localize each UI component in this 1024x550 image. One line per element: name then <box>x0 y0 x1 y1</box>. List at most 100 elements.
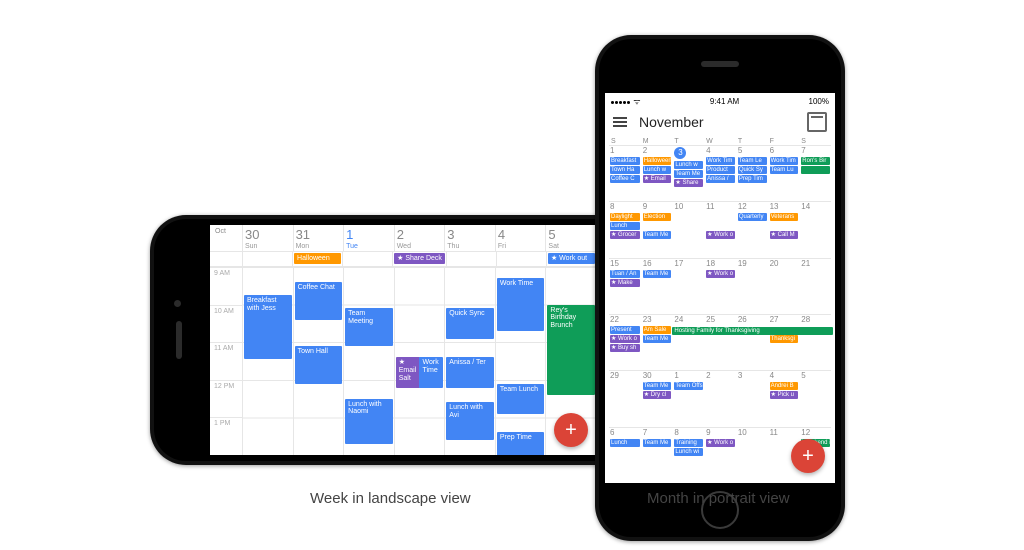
calendar-event[interactable]: Lunch with Avi <box>446 402 494 440</box>
month-event-chip[interactable]: ★ Share <box>674 179 703 187</box>
month-event-chip[interactable]: Veterans <box>770 213 799 221</box>
calendar-event[interactable]: Rey's Birthday Brunch <box>547 305 595 395</box>
month-event-chip[interactable]: ★ Email <box>643 175 672 183</box>
month-event-chip[interactable]: ★ Work o <box>706 231 735 239</box>
month-day-cell[interactable]: 9ElectionTeam Me <box>641 202 673 257</box>
calendar-event[interactable]: Anissa / Ter <box>446 357 494 387</box>
month-day-cell[interactable]: 20 <box>768 259 800 314</box>
month-day-cell[interactable]: 26 <box>736 315 768 370</box>
allday-event[interactable]: ★ Share Deck <box>394 253 445 264</box>
month-grid[interactable]: 1BreakfastTown HaCoffee C2HalloweenLunch… <box>605 145 835 483</box>
month-day-cell[interactable]: 6Work TimTeam Lu <box>768 146 800 201</box>
create-event-fab[interactable]: + <box>791 439 825 473</box>
calendar-event[interactable]: Town Hall <box>295 346 343 384</box>
month-day-cell[interactable]: 1Team Offsite <box>672 371 704 426</box>
month-day-cell[interactable]: 28 <box>799 315 831 370</box>
month-day-cell[interactable]: 8TrainingLunch wi <box>672 428 704 483</box>
month-event-chip[interactable]: Thanksgi <box>770 335 799 343</box>
calendar-event[interactable]: Lunch with Naomi <box>345 399 393 444</box>
month-event-chip[interactable]: ★ Make <box>610 279 640 287</box>
month-event-chip[interactable]: Tuan / An <box>610 270 640 278</box>
day-header[interactable]: 31Mon <box>293 225 344 251</box>
month-day-cell[interactable]: 29 <box>609 371 641 426</box>
calendar-event[interactable]: Quick Sync <box>446 308 494 338</box>
month-day-cell[interactable]: 4Work TimProductAnissa / <box>704 146 736 201</box>
month-event-chip[interactable]: Team Offsite <box>674 382 703 390</box>
month-day-cell[interactable]: 27Thanksgi <box>768 315 800 370</box>
day-header[interactable]: 3Thu <box>444 225 495 251</box>
day-header[interactable]: 1Tue <box>343 225 394 251</box>
calendar-event[interactable]: ★ Email Salt <box>396 357 420 387</box>
month-day-cell[interactable]: 24 <box>672 315 704 370</box>
week-body[interactable]: 9 AM10 AM11 AM12 PM1 PM Breakfast with J… <box>210 267 596 455</box>
month-event-chip[interactable]: Lunch w <box>674 161 703 169</box>
month-event-chip[interactable]: ★ Work o <box>610 335 640 343</box>
week-view[interactable]: Oct 30Sun31Mon1Tue2Wed3Thu4Fri5Sat Hallo… <box>210 225 596 455</box>
month-event-chip[interactable]: Team Lu <box>770 166 799 174</box>
month-event-chip[interactable]: Quick Sy <box>738 166 767 174</box>
month-event-chip[interactable]: ★ Dry cl <box>643 391 672 399</box>
day-header[interactable]: 5Sat <box>545 225 596 251</box>
month-event-chip[interactable]: Team Me <box>643 231 672 239</box>
day-header[interactable]: 4Fri <box>495 225 546 251</box>
month-event-chip[interactable]: Team Me <box>643 382 672 390</box>
month-day-cell[interactable]: 17 <box>672 259 704 314</box>
calendar-event[interactable]: Prep Time <box>497 432 545 455</box>
calendar-event[interactable]: Work Time <box>419 357 443 387</box>
month-day-cell[interactable]: 14 <box>799 202 831 257</box>
month-day-cell[interactable]: 23Am SaleTeam Me <box>641 315 673 370</box>
month-event-chip[interactable]: Halloween <box>643 157 672 165</box>
month-event-chip[interactable]: Lunch <box>610 439 640 447</box>
month-day-cell[interactable]: 8DaylightLunch★ Grocer <box>609 202 641 257</box>
calendar-event[interactable]: Work Time <box>497 278 545 331</box>
month-day-cell[interactable]: 30Team Me★ Dry cl <box>641 371 673 426</box>
month-span-event[interactable]: Hosting Family for Thanksgiving <box>672 327 832 335</box>
month-day-cell[interactable]: 11★ Work o <box>704 202 736 257</box>
month-event-chip[interactable]: ★ Grocer <box>610 231 640 239</box>
month-event-chip[interactable]: Work Tim <box>770 157 799 165</box>
month-event-chip[interactable]: ★ Buy sh <box>610 344 640 352</box>
month-event-chip[interactable]: Team Me <box>643 335 672 343</box>
month-event-chip[interactable]: Anissa / <box>706 175 735 183</box>
month-event-chip[interactable]: ★ Work o <box>706 270 735 278</box>
month-event-chip[interactable]: ★ Work o <box>706 439 735 447</box>
month-day-cell[interactable]: 5 <box>799 371 831 426</box>
month-event-chip[interactable] <box>801 166 830 174</box>
month-event-chip[interactable]: Present <box>610 326 640 334</box>
month-day-cell[interactable]: 12Quarterly <box>736 202 768 257</box>
month-event-chip[interactable]: Breakfast <box>610 157 640 165</box>
month-event-chip[interactable]: Andrei B <box>770 382 799 390</box>
month-day-cell[interactable]: 22Present★ Work o★ Buy sh <box>609 315 641 370</box>
allday-event[interactable]: Halloween <box>294 253 341 264</box>
month-event-chip[interactable]: Team Me <box>643 439 672 447</box>
month-event-chip[interactable]: ★ Pick u <box>770 391 799 399</box>
month-day-cell[interactable]: 21 <box>799 259 831 314</box>
menu-icon[interactable] <box>613 117 627 127</box>
page-title[interactable]: November <box>627 114 807 130</box>
create-event-fab[interactable]: + <box>554 413 588 447</box>
month-event-chip[interactable]: Coffee C <box>610 175 640 183</box>
calendar-event[interactable]: Breakfast with Jess <box>244 295 292 359</box>
month-event-chip[interactable]: Lunch wi <box>674 448 703 456</box>
month-day-cell[interactable]: 18★ Work o <box>704 259 736 314</box>
month-day-cell[interactable]: 15Tuan / An★ Make <box>609 259 641 314</box>
month-event-chip[interactable]: Team Me <box>643 270 672 278</box>
day-header[interactable]: 30Sun <box>242 225 293 251</box>
month-day-cell[interactable]: 9★ Work o <box>704 428 736 483</box>
month-event-chip[interactable]: Team Me <box>674 170 703 178</box>
month-event-chip[interactable]: Daylight <box>610 213 640 221</box>
month-day-cell[interactable]: 2HalloweenLunch w★ Email <box>641 146 673 201</box>
month-event-chip[interactable]: Am Sale <box>643 326 672 334</box>
calendar-event[interactable]: Coffee Chat <box>295 282 343 320</box>
month-event-chip[interactable]: Quarterly <box>738 213 767 221</box>
month-event-chip[interactable]: Product <box>706 166 735 174</box>
month-day-cell[interactable]: 10 <box>672 202 704 257</box>
month-event-chip[interactable]: Prep Tim <box>738 175 767 183</box>
allday-event[interactable]: ★ Work out <box>548 253 595 264</box>
month-day-cell[interactable]: 5Team LeQuick SyPrep Tim <box>736 146 768 201</box>
month-event-chip[interactable]: Work Tim <box>706 157 735 165</box>
month-day-cell[interactable]: 2 <box>704 371 736 426</box>
month-event-chip[interactable]: Training <box>674 439 703 447</box>
month-event-chip[interactable]: ★ Call M <box>770 231 799 239</box>
month-event-chip[interactable]: Lunch w <box>643 166 672 174</box>
